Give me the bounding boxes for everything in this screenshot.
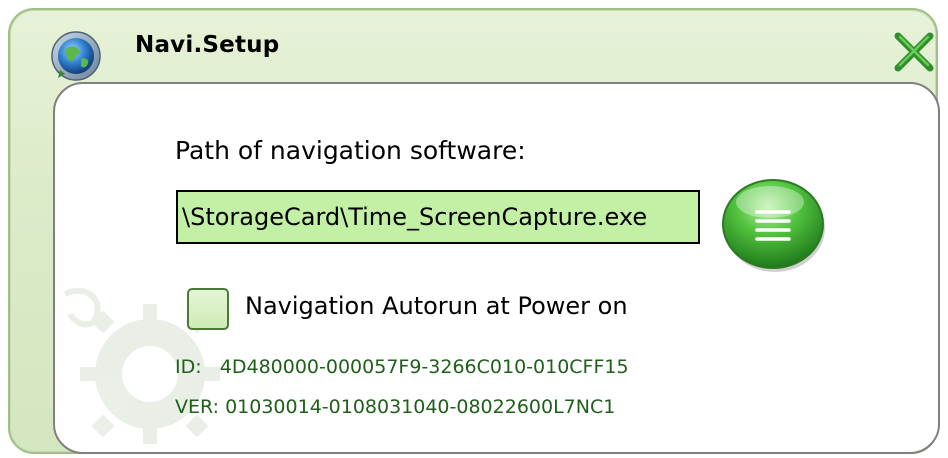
browse-button[interactable] — [720, 172, 828, 276]
version-label: VER: — [175, 396, 220, 418]
window-title: Navi.Setup — [135, 32, 280, 58]
globe-icon — [51, 31, 101, 81]
path-input[interactable] — [176, 190, 700, 244]
settings-panel: Path of navigation software: Navigati — [53, 82, 940, 454]
path-label: Path of navigation software: — [175, 136, 526, 165]
device-id-value: 4D480000-000057F9-3266C010-010CFF15 — [219, 356, 629, 378]
setup-window: Navi.Setup Path of navigation software: — [8, 8, 940, 454]
close-button[interactable] — [892, 30, 936, 74]
version-value: 01030014-0108031040-08022600L7NC1 — [225, 396, 616, 418]
version-row: VER: 01030014-0108031040-08022600L7NC1 — [175, 396, 615, 418]
device-id-row: ID: 4D480000-000057F9-3266C010-010CFF15 — [175, 356, 629, 378]
close-x-icon — [894, 32, 934, 72]
autorun-checkbox[interactable] — [187, 288, 229, 330]
gear-watermark-icon — [63, 287, 220, 444]
autorun-label: Navigation Autorun at Power on — [245, 292, 628, 320]
device-id-label: ID: — [175, 356, 202, 378]
